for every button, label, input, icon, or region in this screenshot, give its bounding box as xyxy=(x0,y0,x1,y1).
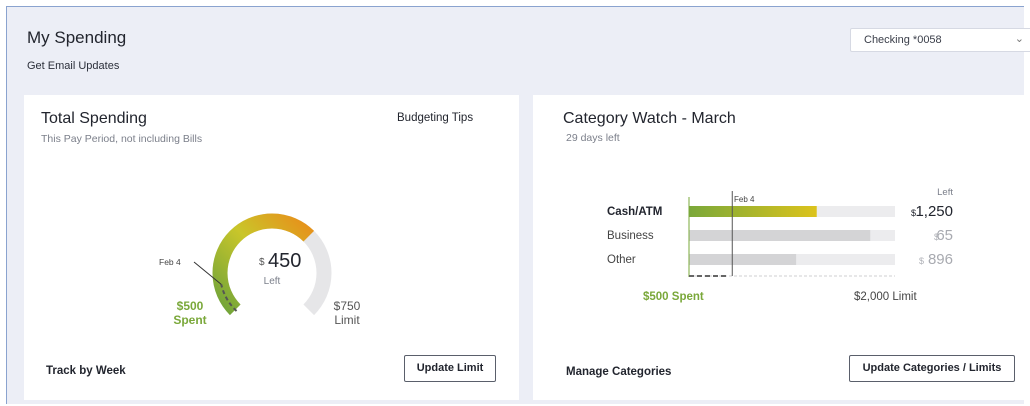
gauge-amount-left: 450 xyxy=(268,250,301,272)
category-spent-bar xyxy=(689,230,871,241)
category-left-amount: 896 xyxy=(928,251,953,268)
gauge-currency-symbol: $ xyxy=(259,257,265,268)
category-spent-total: $500 Spent xyxy=(643,291,704,303)
get-email-updates-link[interactable]: Get Email Updates xyxy=(27,60,119,72)
gauge-limit-amount: $750 xyxy=(334,299,361,313)
chevron-down-icon: ⌄ xyxy=(1014,33,1024,45)
gauge-limit-label: Limit xyxy=(334,313,360,327)
spending-panel: My Spending Get Email Updates Checking *… xyxy=(6,6,1030,404)
category-limit-total: $2,000 Limit xyxy=(854,291,917,303)
gauge-date-label: Feb 4 xyxy=(159,257,181,267)
total-spending-card: Total Spending This Pay Period, not incl… xyxy=(24,95,519,400)
category-left-amount: 1,250 xyxy=(915,203,953,220)
update-limit-button[interactable]: Update Limit xyxy=(404,355,496,382)
gauge-spent-amount: $500 xyxy=(177,299,204,313)
category-spent-bar xyxy=(689,206,817,217)
gauge-spent-label: Spent xyxy=(173,313,206,327)
category-date-label: Feb 4 xyxy=(734,195,755,204)
category-name: Other xyxy=(607,254,636,266)
category-watch-card: Category Watch - March 29 days left Left… xyxy=(533,95,1030,400)
left-column-header: Left xyxy=(937,187,953,198)
category-name: Business xyxy=(607,230,654,242)
category-spent-bar xyxy=(689,254,797,265)
category-left-symbol: $ xyxy=(919,256,924,266)
manage-categories-link[interactable]: Manage Categories xyxy=(566,366,671,378)
track-by-week-link[interactable]: Track by Week xyxy=(46,365,126,377)
category-name: Cash/ATM xyxy=(607,206,662,218)
account-select[interactable]: Checking *0058 ⌄ xyxy=(850,28,1030,52)
gauge-left-label: Left xyxy=(264,276,281,287)
update-categories-limits-button[interactable]: Update Categories / Limits xyxy=(849,355,1015,382)
page-title: My Spending xyxy=(27,28,127,47)
category-left-amount: 65 xyxy=(936,227,953,244)
account-select-value: Checking *0058 xyxy=(864,34,942,46)
